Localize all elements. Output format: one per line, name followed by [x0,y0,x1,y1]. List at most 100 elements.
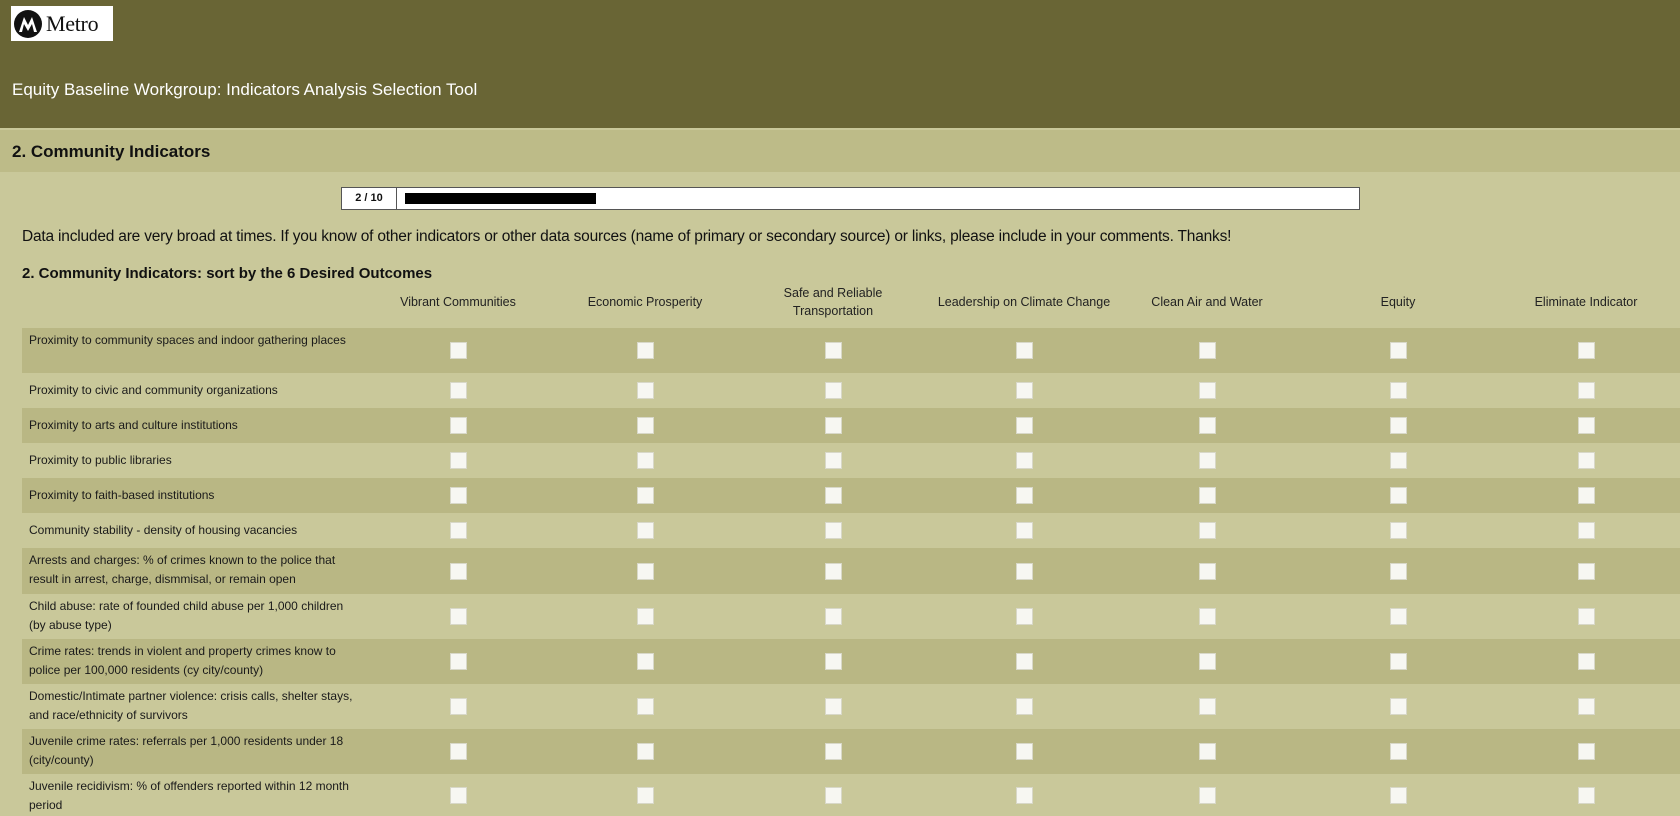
checkbox-unchecked-icon[interactable] [1578,487,1595,504]
checkbox-unchecked-icon[interactable] [1016,698,1033,715]
table-row: Proximity to public libraries [22,443,1680,478]
checkbox-unchecked-icon[interactable] [825,382,842,399]
checkbox-unchecked-icon[interactable] [450,787,467,804]
checkbox-unchecked-icon[interactable] [450,743,467,760]
checkbox-unchecked-icon[interactable] [1199,608,1216,625]
app-title: Equity Baseline Workgroup: Indicators An… [12,80,478,99]
checkbox-unchecked-icon[interactable] [1199,382,1216,399]
checkbox-unchecked-icon[interactable] [1199,487,1216,504]
checkbox-unchecked-icon[interactable] [1578,653,1595,670]
checkbox-unchecked-icon[interactable] [450,698,467,715]
checkbox-unchecked-icon[interactable] [637,382,654,399]
checkbox-unchecked-icon[interactable] [1390,743,1407,760]
checkbox-unchecked-icon[interactable] [1390,382,1407,399]
checkbox-unchecked-icon[interactable] [1578,608,1595,625]
progress-label: 2 / 10 [342,188,397,209]
checkbox-unchecked-icon[interactable] [825,342,842,359]
checkbox-unchecked-icon[interactable] [1016,653,1033,670]
checkbox-unchecked-icon[interactable] [1390,452,1407,469]
checkbox-unchecked-icon[interactable] [825,563,842,580]
checkbox-unchecked-icon[interactable] [1578,417,1595,434]
checkbox-unchecked-icon[interactable] [825,787,842,804]
checkbox-unchecked-icon[interactable] [1390,417,1407,434]
checkbox-unchecked-icon[interactable] [1199,653,1216,670]
checkbox-unchecked-icon[interactable] [450,342,467,359]
checkbox-unchecked-icon[interactable] [1016,342,1033,359]
checkbox-unchecked-icon[interactable] [825,452,842,469]
checkbox-unchecked-icon[interactable] [1199,522,1216,539]
checkbox-unchecked-icon[interactable] [450,563,467,580]
checkbox-unchecked-icon[interactable] [1199,743,1216,760]
row-label: Proximity to faith-based institutions [29,488,215,502]
checkbox-unchecked-icon[interactable] [1390,522,1407,539]
checkbox-unchecked-icon[interactable] [1199,787,1216,804]
checkbox-unchecked-icon[interactable] [1390,563,1407,580]
checkbox-unchecked-icon[interactable] [1578,563,1595,580]
checkbox-unchecked-icon[interactable] [450,522,467,539]
checkbox-unchecked-icon[interactable] [450,653,467,670]
checkbox-unchecked-icon[interactable] [450,382,467,399]
checkbox-unchecked-icon[interactable] [1199,452,1216,469]
checkbox-unchecked-icon[interactable] [1199,417,1216,434]
checkbox-unchecked-icon[interactable] [825,698,842,715]
checkbox-unchecked-icon[interactable] [1016,563,1033,580]
checkbox-unchecked-icon[interactable] [637,787,654,804]
checkbox-unchecked-icon[interactable] [1016,487,1033,504]
checkbox-unchecked-icon[interactable] [637,698,654,715]
checkbox-unchecked-icon[interactable] [1016,743,1033,760]
row-label: Domestic/Intimate partner violence: cris… [29,689,353,722]
checkbox-unchecked-icon[interactable] [825,487,842,504]
checkbox-unchecked-icon[interactable] [637,417,654,434]
checkbox-unchecked-icon[interactable] [1390,487,1407,504]
checkbox-unchecked-icon[interactable] [1578,698,1595,715]
checkbox-unchecked-icon[interactable] [825,417,842,434]
checkbox-unchecked-icon[interactable] [637,608,654,625]
checkbox-unchecked-icon[interactable] [450,487,467,504]
checkbox-unchecked-icon[interactable] [1578,522,1595,539]
checkbox-unchecked-icon[interactable] [825,653,842,670]
row-label: Proximity to arts and culture institutio… [29,418,238,432]
checkbox-unchecked-icon[interactable] [450,452,467,469]
checkbox-unchecked-icon[interactable] [1016,452,1033,469]
checkbox-unchecked-icon[interactable] [1199,698,1216,715]
checkbox-unchecked-icon[interactable] [637,522,654,539]
checkbox-unchecked-icon[interactable] [1016,787,1033,804]
checkbox-unchecked-icon[interactable] [1016,522,1033,539]
checkbox-unchecked-icon[interactable] [450,608,467,625]
checkbox-unchecked-icon[interactable] [1578,452,1595,469]
checkbox-unchecked-icon[interactable] [637,452,654,469]
checkbox-unchecked-icon[interactable] [1578,342,1595,359]
checkbox-unchecked-icon[interactable] [637,743,654,760]
checkbox-unchecked-icon[interactable] [450,417,467,434]
checkbox-unchecked-icon[interactable] [1016,417,1033,434]
checkbox-unchecked-icon[interactable] [1578,382,1595,399]
section-bar: 2. Community Indicators [0,130,1680,172]
checkbox-unchecked-icon[interactable] [1578,743,1595,760]
section-title: 2. Community Indicators [12,142,211,161]
checkbox-unchecked-icon[interactable] [1199,563,1216,580]
table-row: Proximity to community spaces and indoor… [22,328,1680,373]
checkbox-unchecked-icon[interactable] [825,522,842,539]
checkbox-unchecked-icon[interactable] [825,608,842,625]
checkbox-unchecked-icon[interactable] [1390,608,1407,625]
checkbox-unchecked-icon[interactable] [1390,342,1407,359]
checkbox-unchecked-icon[interactable] [1016,382,1033,399]
checkbox-unchecked-icon[interactable] [1016,608,1033,625]
table-row: Crime rates: trends in violent and prope… [22,639,1680,684]
metro-logo-icon [14,9,42,38]
table-row: Child abuse: rate of founded child abuse… [22,594,1680,639]
row-label: Proximity to civic and community organiz… [29,383,278,397]
checkbox-unchecked-icon[interactable] [1390,698,1407,715]
column-header-economic-prosperity: Economic Prosperity [587,295,703,309]
row-label: Juvenile crime rates: referrals per 1,00… [29,734,344,767]
checkbox-unchecked-icon[interactable] [1199,342,1216,359]
checkbox-unchecked-icon[interactable] [825,743,842,760]
checkbox-unchecked-icon[interactable] [637,563,654,580]
checkbox-unchecked-icon[interactable] [1578,787,1595,804]
checkbox-unchecked-icon[interactable] [637,487,654,504]
checkbox-unchecked-icon[interactable] [637,342,654,359]
column-header-clean-air-and-water: Clean Air and Water [1151,295,1263,309]
checkbox-unchecked-icon[interactable] [1390,787,1407,804]
checkbox-unchecked-icon[interactable] [1390,653,1407,670]
checkbox-unchecked-icon[interactable] [637,653,654,670]
